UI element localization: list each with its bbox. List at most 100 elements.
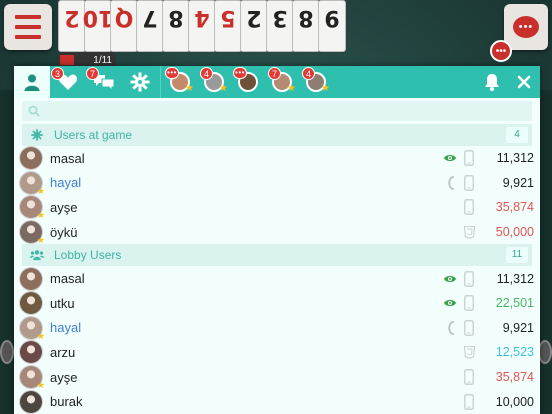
chat-bubble-icon: ••• [513, 16, 539, 38]
status-indicator [442, 274, 458, 284]
mobile-icon [464, 150, 474, 167]
lobby-users-list: masal 11,312 utku 22,501 ★ hayal 9,921 arzu 12,5… [14, 266, 540, 414]
tab-chat-3[interactable]: ••• [231, 66, 265, 98]
social-panel: 3 7 ••• ★ 4 ★ ••• 7 ★ 4 ★ Users at game … [14, 66, 540, 414]
user-row[interactable]: masal 11,312 [14, 146, 540, 171]
user-name: masal [50, 150, 85, 166]
notification-badge[interactable]: ••• [490, 40, 512, 62]
user-row[interactable]: utku 22,501 [14, 291, 540, 316]
playing-card: 3 [266, 0, 294, 52]
avatar[interactable]: ★ [20, 316, 45, 340]
user-row[interactable]: ★ öykü 50,000 [14, 220, 540, 245]
section-count: 11 [506, 247, 528, 264]
user-row[interactable]: ★ ayşe 35,874 [14, 195, 540, 220]
user-row[interactable]: ★ ayşe 35,874 [14, 365, 540, 390]
user-name: hayal [50, 175, 82, 191]
user-name: hayal [50, 320, 82, 336]
avatar[interactable]: ★ [20, 171, 45, 195]
phone-call-icon [448, 320, 454, 335]
device-indicator [462, 393, 476, 410]
star-icon: ★ [219, 83, 228, 94]
search-box[interactable] [22, 101, 532, 121]
playing-card: Q [110, 0, 138, 52]
device-indicator [462, 199, 476, 216]
tab-users[interactable] [14, 66, 50, 98]
mobile-icon [464, 295, 474, 312]
user-name: öykü [50, 224, 78, 240]
user-row[interactable]: burak 10,000 [14, 389, 540, 414]
avatar[interactable]: ★ [20, 366, 45, 390]
chip-count: 35,874 [495, 200, 534, 215]
users-at-game-list: masal 11,312 ★ hayal 9,921 ★ ayşe 35,874 ★ öykü 50… [14, 146, 540, 245]
section-title: Users at game [54, 128, 133, 142]
playing-card: 5 [214, 0, 242, 52]
chat-tabs: ••• ★ 4 ★ ••• 7 ★ 4 ★ [163, 66, 333, 98]
avatar[interactable] [20, 267, 42, 290]
tab-chat-2[interactable]: 4 ★ [197, 66, 231, 98]
round-label: 1/11 [93, 54, 112, 66]
chip-count: 12,523 [495, 345, 534, 360]
chat-badge: ••• [165, 67, 179, 79]
tab-chat-4[interactable]: 7 ★ [265, 66, 299, 98]
playing-card: 9 [318, 0, 346, 52]
bell-icon [485, 74, 499, 91]
status-indicator [442, 175, 458, 190]
html5-icon [463, 345, 475, 359]
playing-card: 2 [240, 0, 268, 52]
device-indicator [462, 369, 476, 385]
eye-icon [444, 155, 456, 162]
avatar[interactable] [20, 147, 42, 170]
section-lobby-users: Lobby Users 11 [22, 244, 532, 267]
status-indicator [442, 320, 458, 335]
chat-badge: 7 [268, 67, 281, 80]
playing-card: 4 [188, 0, 216, 52]
user-row[interactable]: ★ hayal 9,921 [14, 171, 540, 195]
user-row[interactable]: arzu 12,523 [14, 340, 540, 365]
gear-icon [130, 72, 150, 92]
user-name: ayşe [50, 199, 78, 215]
playing-card: 7 [136, 0, 164, 52]
right-rail [538, 90, 552, 414]
user-name: arzu [50, 344, 76, 360]
mobile-icon [464, 270, 474, 287]
search-icon [28, 105, 40, 117]
tab-notifications[interactable] [476, 66, 508, 98]
user-row[interactable]: ★ hayal 9,921 [14, 316, 540, 340]
chip-count: 35,874 [495, 370, 534, 385]
user-name: burak [50, 394, 83, 410]
user-name: masal [50, 271, 85, 287]
tab-chat-1[interactable]: ••• ★ [163, 66, 197, 98]
avatar[interactable] [20, 390, 42, 413]
chip-count: 10,000 [495, 394, 534, 409]
tab-friends[interactable]: 3 [50, 66, 86, 98]
mobile-icon [464, 320, 474, 336]
search-input[interactable] [46, 105, 526, 117]
tab-settings[interactable] [122, 66, 158, 98]
mobile-icon [464, 393, 474, 410]
chat-badge: 4 [302, 67, 315, 80]
menu-button[interactable] [4, 4, 52, 50]
chip-count: 9,921 [502, 320, 534, 335]
opponent-cards: 2 10 Q 7 8 4 5 2 3 8 9 [58, 0, 492, 52]
html5-icon [463, 225, 475, 239]
device-indicator [462, 345, 476, 359]
playing-card: 8 [292, 0, 320, 52]
avatar[interactable] [20, 292, 42, 315]
avatar[interactable]: ★ [20, 196, 45, 220]
avatar[interactable]: ★ [20, 221, 45, 245]
section-users-at-game: Users at game 4 [22, 124, 532, 146]
tab-messages[interactable]: 7 [86, 66, 122, 98]
mobile-icon [464, 369, 474, 385]
chat-button[interactable]: ••• [504, 4, 548, 50]
tab-chat-5[interactable]: 4 ★ [299, 66, 333, 98]
chip-count: 50,000 [495, 225, 534, 240]
messages-badge: 7 [86, 67, 99, 80]
mobile-icon [464, 175, 474, 191]
section-title: Lobby Users [54, 248, 122, 263]
close-icon [517, 75, 531, 89]
avatar[interactable] [20, 341, 42, 364]
chip-count: 11,312 [496, 151, 534, 166]
section-count: 4 [506, 127, 528, 143]
user-row[interactable]: masal 11,312 [14, 266, 540, 291]
close-button[interactable] [508, 66, 540, 98]
